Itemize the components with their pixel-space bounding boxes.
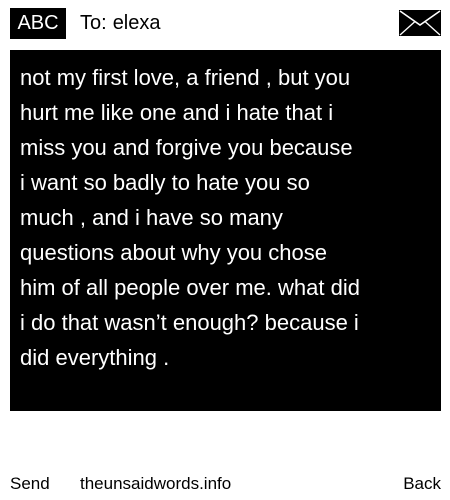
back-button[interactable]: Back xyxy=(403,470,441,498)
site-link[interactable]: theunsaidwords.info xyxy=(80,470,231,498)
softkey-bar: Send theunsaidwords.info Back xyxy=(0,470,450,498)
message-header: ABC To: elexa xyxy=(0,0,450,45)
send-button[interactable]: Send xyxy=(10,470,50,498)
message-text: not my first love, a friend , but you hu… xyxy=(20,65,360,370)
recipient-field[interactable]: To: elexa xyxy=(80,9,161,37)
input-mode-badge[interactable]: ABC xyxy=(10,8,66,39)
envelope-icon xyxy=(399,10,441,36)
message-body[interactable]: not my first love, a friend , but you hu… xyxy=(10,50,441,411)
to-label: To: xyxy=(80,12,107,34)
recipient-name: elexa xyxy=(112,12,161,34)
